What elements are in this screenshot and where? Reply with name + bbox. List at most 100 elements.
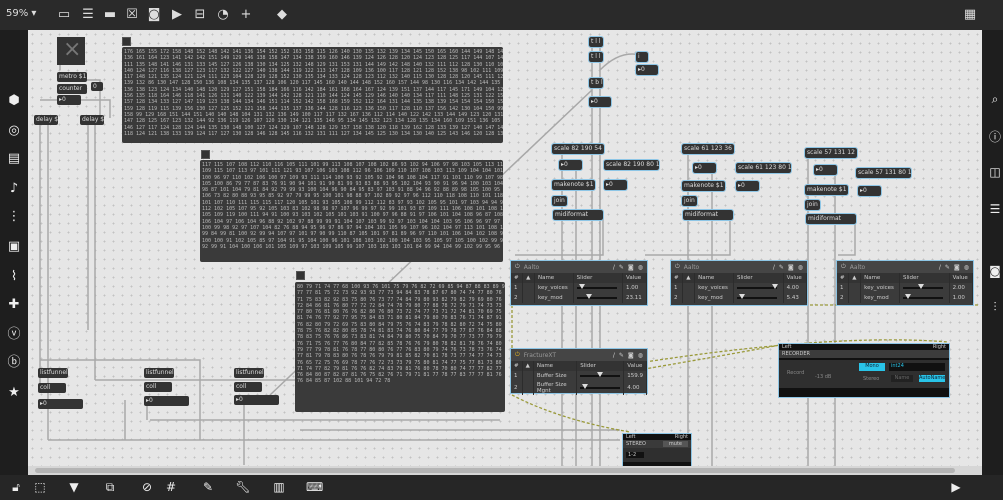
number-box[interactable]: ▸0 xyxy=(813,164,838,176)
column-header[interactable]: Value xyxy=(949,273,974,283)
beap-icon[interactable]: ⓑ xyxy=(5,354,23,372)
slider-icon[interactable]: ⊟ xyxy=(192,7,208,23)
settings-icon[interactable]: ◍ xyxy=(798,264,803,271)
grid-icon[interactable]: # xyxy=(163,480,179,496)
format-dropdown[interactable]: int24 xyxy=(889,363,945,371)
counter-number[interactable]: 0 xyxy=(91,82,103,91)
table-row[interactable]: 1 key_voices 1.00 xyxy=(511,283,647,293)
table-row[interactable]: 2 Buffer Size Mgnt 4.00 xyxy=(511,381,647,395)
add-icon[interactable]: + xyxy=(238,7,254,23)
param-value[interactable]: 1.00 xyxy=(949,293,974,303)
column-header[interactable]: Slider xyxy=(576,361,625,371)
power-icon[interactable]: ⏻ xyxy=(675,263,680,271)
param-value[interactable]: 4.00 xyxy=(623,381,647,395)
param-slider[interactable] xyxy=(902,283,943,289)
trigger-object[interactable]: t b l xyxy=(588,77,604,89)
plugin-icon[interactable]: ✚ xyxy=(5,296,23,314)
column-header[interactable]: # xyxy=(837,273,850,283)
number-box[interactable]: ▸0 xyxy=(558,159,583,171)
column-header[interactable]: # xyxy=(511,361,523,371)
play-icon[interactable]: ▶ xyxy=(948,480,964,496)
column-header[interactable]: Name xyxy=(860,273,900,283)
wrench-icon[interactable]: ✎ xyxy=(619,264,624,271)
join-object[interactable]: join xyxy=(551,195,568,207)
new-object-icon[interactable]: ✎ xyxy=(200,480,216,496)
column-header[interactable]: Value xyxy=(622,273,647,283)
param-value[interactable]: 159.9 xyxy=(623,371,647,381)
keyboard-icon[interactable]: ▦ xyxy=(962,7,978,23)
param-slider[interactable] xyxy=(902,293,943,299)
param-slider[interactable] xyxy=(736,293,777,299)
scale-object[interactable]: scale 57 131 80 127 xyxy=(855,167,912,179)
join-object[interactable]: join xyxy=(681,195,698,207)
snapshot-icon[interactable]: ◙ xyxy=(987,264,1003,280)
camera-icon[interactable]: ◙ xyxy=(628,352,634,359)
message-toggle[interactable] xyxy=(296,271,305,280)
scale-object[interactable]: scale 61 123 36 71 xyxy=(681,143,735,155)
int-object[interactable]: i xyxy=(635,51,649,63)
delay-object[interactable]: delay $1 xyxy=(34,115,58,125)
record-button[interactable]: Record xyxy=(787,370,804,376)
coll-object[interactable]: coll xyxy=(144,382,172,392)
channel-selector[interactable]: 1-2 xyxy=(626,452,645,458)
search-icon[interactable]: ⌕ xyxy=(987,92,1003,108)
paint-bucket-icon[interactable]: ◆ xyxy=(274,7,290,23)
autoname-button[interactable]: AutoName xyxy=(919,375,945,382)
settings-icon[interactable]: ◍ xyxy=(638,264,643,271)
table-row[interactable]: 2 key_mod 5.43 xyxy=(671,293,808,303)
param-value[interactable]: 2.00 xyxy=(949,283,974,293)
message-toggle[interactable] xyxy=(201,150,210,159)
table-row[interactable]: 1 Buffer Size 159.9 xyxy=(511,371,647,381)
piano-icon[interactable]: ▥ xyxy=(271,480,287,496)
message-box-2[interactable]: 117 115 107 108 112 110 116 105 111 101 … xyxy=(200,160,503,262)
image-icon[interactable]: ▣ xyxy=(5,238,23,256)
param-slider[interactable] xyxy=(736,283,779,289)
param-value[interactable]: 1.00 xyxy=(622,283,647,293)
number-box[interactable]: ▸0 xyxy=(588,96,612,108)
midiformat-object[interactable]: midiformat xyxy=(805,213,857,225)
message-box-1[interactable]: 176 165 155 172 158 148 152 148 142 141 … xyxy=(122,47,503,143)
scale-object[interactable]: scale 82 190 54 71 xyxy=(551,143,605,155)
power-icon[interactable]: ⏻ xyxy=(841,263,846,271)
midiformat-object[interactable]: midiformat xyxy=(682,209,734,221)
settings-icon[interactable]: ◍ xyxy=(964,264,969,271)
edit-icon[interactable]: / xyxy=(613,352,615,359)
column-header[interactable]: ▲ xyxy=(522,361,534,371)
column-header[interactable]: Value xyxy=(623,361,647,371)
column-header[interactable]: Slider xyxy=(733,273,784,283)
table-row[interactable]: 2 key_mod 1.00 xyxy=(837,293,974,303)
param-value[interactable]: 5.43 xyxy=(783,293,808,303)
metro-object[interactable]: metro $1 xyxy=(57,72,87,82)
windows-icon[interactable]: ⧉ xyxy=(102,480,118,496)
column-header[interactable]: # xyxy=(511,273,524,283)
coll-object[interactable]: coll xyxy=(38,383,66,393)
param-slider[interactable] xyxy=(580,371,621,377)
button-icon[interactable]: ☒ xyxy=(124,7,140,23)
media-icon[interactable]: ▤ xyxy=(5,150,23,168)
number-box[interactable]: ▸0 xyxy=(735,180,760,192)
number-icon[interactable]: ▶ xyxy=(169,7,185,23)
camera-icon[interactable]: ◙ xyxy=(954,264,960,271)
scale-object[interactable]: scale 61 123 80 127 xyxy=(735,162,792,174)
param-value[interactable]: 4.00 xyxy=(783,283,808,293)
number-box[interactable]: ▸0 xyxy=(57,95,81,105)
number-box[interactable]: ▸0 xyxy=(38,399,83,409)
table-row[interactable]: 1 key_voices 4.00 xyxy=(671,283,808,293)
patcher-icon[interactable]: ▭ xyxy=(56,7,72,23)
scale-object[interactable]: scale 82 190 80 127 xyxy=(603,159,660,171)
keyboard-icon[interactable]: ⌨ xyxy=(306,480,323,496)
number-box[interactable]: ▸0 xyxy=(692,162,717,174)
message-icon[interactable]: ▬ xyxy=(102,7,118,23)
wrench-icon[interactable]: ✎ xyxy=(945,264,950,271)
mono-button[interactable]: Mono xyxy=(859,363,885,371)
layout-icon[interactable]: ◫ xyxy=(987,165,1003,181)
delay-object[interactable]: delay $1 xyxy=(80,115,104,125)
column-header[interactable]: ▲ xyxy=(522,273,535,283)
mute-button[interactable]: mute xyxy=(662,441,688,447)
name-field[interactable]: Name xyxy=(891,375,913,382)
info-icon[interactable]: ⓘ xyxy=(987,128,1003,144)
wrench-icon[interactable]: ✎ xyxy=(779,264,784,271)
trigger-object[interactable]: t l l xyxy=(588,36,604,48)
column-header[interactable]: Slider xyxy=(573,273,624,283)
music-note-icon[interactable]: ♪ xyxy=(5,180,23,198)
